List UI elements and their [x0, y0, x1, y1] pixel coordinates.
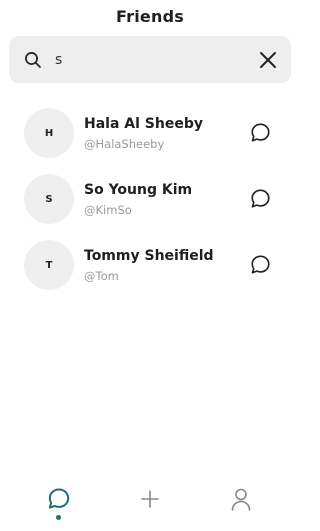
close-icon[interactable]	[257, 49, 279, 71]
list-item[interactable]: T Tommy Sheifield @Tom	[0, 239, 300, 305]
friend-handle: @Tom	[84, 269, 119, 283]
chat-bubble-icon[interactable]	[249, 253, 272, 276]
list-item[interactable]: H Hala Al Sheeby @HalaSheeby	[0, 107, 300, 173]
friend-name: Hala Al Sheeby	[84, 116, 203, 132]
bottom-tab-bar	[0, 486, 300, 531]
friend-handle: @KimSo	[84, 203, 132, 217]
page-title: Friends	[116, 7, 184, 26]
friend-list: H Hala Al Sheeby @HalaSheeby S So Young …	[0, 107, 300, 305]
active-tab-indicator	[56, 515, 61, 520]
plus-icon[interactable]	[137, 486, 163, 512]
list-item[interactable]: S So Young Kim @KimSo	[0, 173, 300, 239]
avatar: H	[24, 108, 74, 158]
avatar: S	[24, 174, 74, 224]
friend-handle: @HalaSheeby	[84, 137, 165, 151]
tab-chats-icon[interactable]	[46, 486, 72, 512]
friend-name: So Young Kim	[84, 182, 193, 198]
friend-name: Tommy Sheifield	[84, 248, 214, 264]
friends-screen: Friends H Hala Al Sheeby @HalaSheeby S S…	[0, 0, 300, 531]
search-icon	[25, 52, 41, 68]
chat-bubble-icon[interactable]	[249, 187, 272, 210]
search-bar	[9, 36, 291, 83]
user-icon[interactable]	[228, 486, 254, 512]
chat-bubble-icon[interactable]	[249, 121, 272, 144]
search-input[interactable]	[55, 48, 245, 72]
avatar: T	[24, 240, 74, 290]
